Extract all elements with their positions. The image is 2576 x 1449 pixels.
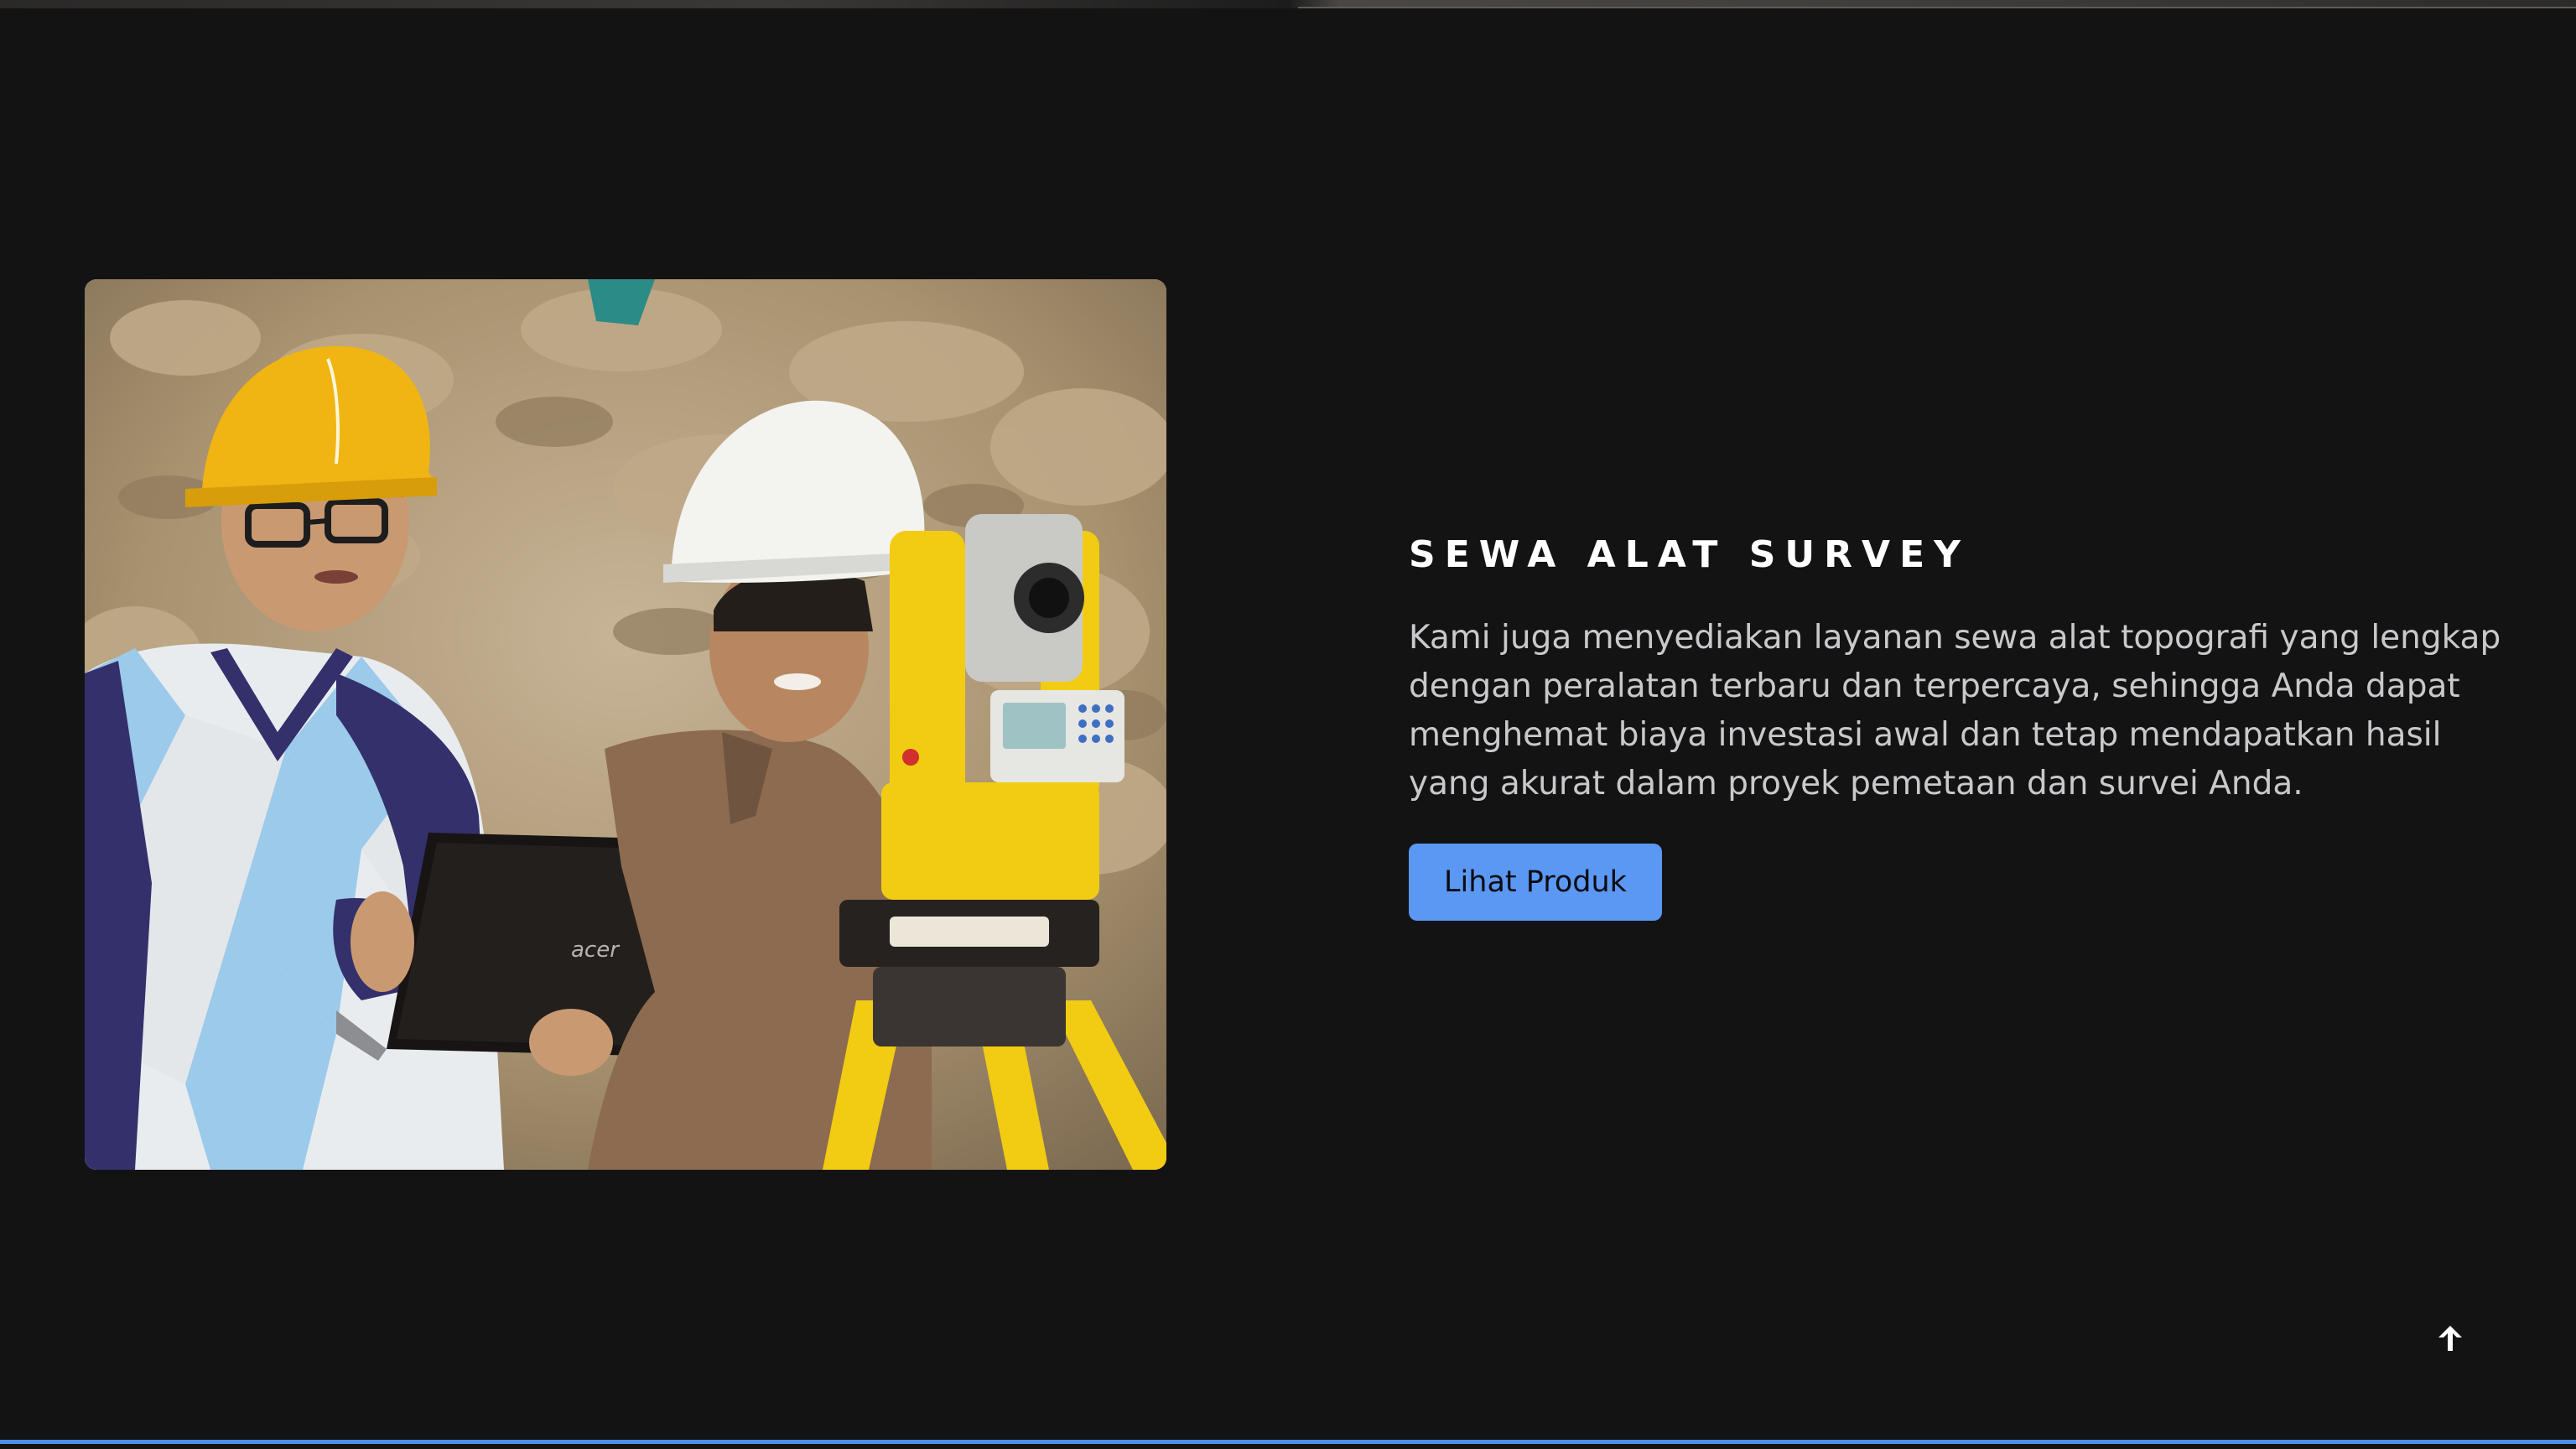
view-products-button[interactable]: Lihat Produk	[1409, 844, 1662, 921]
bottom-accent-line	[0, 1440, 2576, 1444]
arrow-up-icon	[2438, 1326, 2462, 1351]
scroll-to-top-button[interactable]	[2428, 1317, 2472, 1360]
section-description: Kami juga menyediakan layanan sewa alat …	[1409, 619, 2501, 802]
surveyors-photo: acer	[85, 279, 1166, 1170]
section-heading: SEWA ALAT SURVEY	[1409, 533, 1971, 576]
top-strip-divider	[1298, 7, 2576, 8]
page: acer SEWA ALAT SURVEY Kami juga menyedia…	[0, 0, 2576, 1449]
laptop-logo: acer	[571, 937, 621, 963]
